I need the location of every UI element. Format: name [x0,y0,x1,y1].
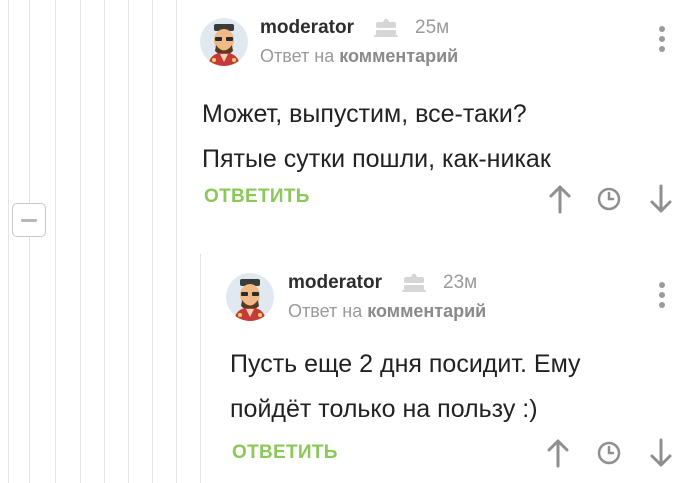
thread-guide [80,0,81,483]
more-vertical-icon[interactable] [658,26,666,54]
arrow-up-icon[interactable] [544,438,572,468]
arrow-up-icon[interactable] [546,184,574,214]
thread-guide [152,0,153,483]
comment-line: Пусть еще 2 дня посидит. Ему [230,350,581,378]
cake-icon [372,14,400,38]
collapse-minus-icon[interactable] [12,203,46,237]
comment-body: Пусть еще 2 дня посидит. Ему пойдёт толь… [230,342,700,432]
reply-to-prefix: Ответ на [288,301,363,321]
author-name[interactable]: moderator [260,17,354,39]
reply-to-prefix: Ответ на [260,46,335,66]
comment-body: Может, выпустим, все-таки? Пятые сутки п… [202,92,672,182]
arrow-down-icon[interactable] [647,438,675,468]
comment-line: Может, выпустим, все-таки? [202,100,527,128]
reply-to-link[interactable]: комментарий [367,301,486,321]
comment-time[interactable]: 23м [443,272,477,294]
comment-line: Пятые сутки пошли, как-никак [202,145,551,173]
comment: moderator 23м Ответ на комментарий Пусть… [226,258,700,483]
reply-button[interactable]: ОТВЕТИТЬ [204,186,310,208]
comment: moderator 25м Ответ на комментарий Может… [200,0,700,240]
clock-icon[interactable] [595,438,623,468]
reply-button[interactable]: ОТВЕТИТЬ [232,442,338,464]
arrow-down-icon[interactable] [647,184,675,214]
reply-to: Ответ на комментарий [260,46,458,67]
thread-guide [8,0,9,483]
moderator-avatar[interactable] [200,18,248,66]
author-name[interactable]: moderator [288,272,382,294]
cake-icon [400,269,428,293]
thread-guide[interactable] [29,0,30,483]
more-vertical-icon[interactable] [658,282,666,310]
reply-to-link[interactable]: комментарий [339,46,458,66]
reply-thread-line[interactable] [200,254,201,483]
thread-guide [128,0,129,483]
reply-to: Ответ на комментарий [288,301,486,322]
comment-time[interactable]: 25м [415,17,449,39]
clock-icon[interactable] [595,184,623,214]
moderator-avatar[interactable] [226,273,274,321]
thread-guide [176,0,177,483]
comment-line: пойдёт только на пользу :) [230,395,538,423]
thread-guide [104,0,105,483]
thread-guide [55,0,56,483]
